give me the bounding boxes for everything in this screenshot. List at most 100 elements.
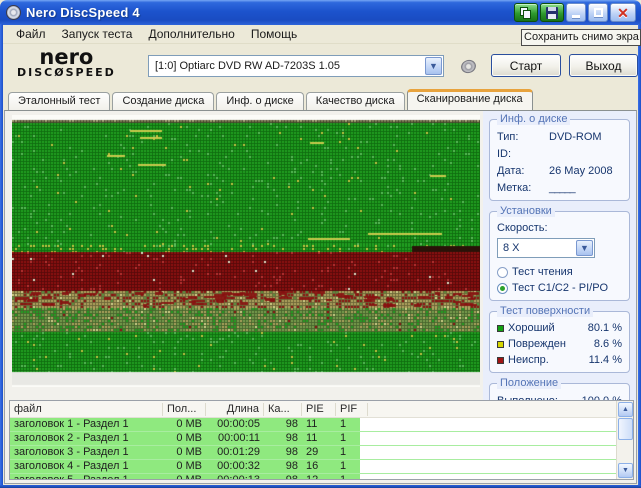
column-header-5[interactable]: PIF: [336, 403, 368, 416]
screenshot-icon: [520, 7, 532, 19]
maximize-button[interactable]: [588, 3, 608, 22]
drive-select[interactable]: [1:0] Optiarc DVD RW AD-7203S 1.05 ▼: [148, 55, 444, 77]
table-cell: 98: [264, 432, 302, 445]
table-cell: 00:00:13: [206, 474, 264, 480]
table-cell: 1: [336, 418, 368, 431]
disc-info-row: ID:: [497, 145, 622, 162]
close-button[interactable]: ✕: [610, 3, 636, 22]
table-row[interactable]: заголовок 3 - Раздел 10 MB00:01:2998291: [10, 446, 633, 460]
scroll-down-button[interactable]: ▼: [618, 463, 633, 478]
radio-circle-icon[interactable]: [497, 283, 508, 294]
app-window: Nero DiscSpeed 4 ✕ ФайлЗапуск тестаДопол…: [0, 0, 641, 488]
surface-test-group: Тест поверхности Хороший80.1 %Поврежден8…: [489, 311, 630, 373]
surface-color-swatch: [497, 341, 504, 348]
menu-item-1[interactable]: Запуск теста: [55, 25, 140, 43]
file-table: файлПол...ДлинаКа...PIEPIF заголовок 1 -…: [9, 400, 634, 480]
disc-info-label: Метка:: [497, 182, 549, 194]
right-panel: Инф. о диске Тип:DVD-ROMID: Дата:26 May 2…: [483, 111, 636, 401]
table-row[interactable]: заголовок 5 - Раздел 10 MB00:00:1398121: [10, 474, 633, 480]
chevron-down-icon: ▼: [580, 243, 589, 253]
disc-info-value: DVD-ROM: [549, 131, 622, 143]
table-cell: 1: [336, 432, 368, 445]
table-cell: 1: [336, 460, 368, 473]
radio-label: Тест C1/C2 - PI/PO: [512, 282, 608, 294]
radio-selected-1[interactable]: Тест C1/C2 - PI/PO: [497, 280, 622, 296]
table-cell: 0 MB: [163, 446, 206, 459]
scroll-up-button[interactable]: ▲: [618, 402, 633, 417]
table-cell: 00:00:32: [206, 460, 264, 473]
disc-info-row: Метка:_____: [497, 179, 622, 196]
disc-info-value: _____: [549, 182, 622, 194]
disc-info-title: Инф. о диске: [497, 113, 570, 125]
tab-strip: Эталонный тестСоздание дискаИнф. о диске…: [4, 89, 637, 110]
eject-disc-button[interactable]: [454, 54, 482, 78]
table-cell: 00:01:29: [206, 446, 264, 459]
floppy-icon: [546, 7, 558, 19]
menu-item-3[interactable]: Помощь: [244, 25, 304, 43]
table-scrollbar[interactable]: ▲ ▼: [616, 401, 633, 479]
toolbar: nero DISCØSPEED [1:0] Optiarc DVD RW AD-…: [3, 44, 638, 90]
table-row[interactable]: заголовок 2 - Раздел 10 MB00:00:1198111: [10, 432, 633, 446]
table-cell: 98: [264, 418, 302, 431]
arrow-down-icon: ▼: [622, 467, 629, 474]
table-row[interactable]: заголовок 4 - Раздел 10 MB00:00:3298161: [10, 460, 633, 474]
close-icon: ✕: [617, 6, 629, 20]
table-cell: 98: [264, 474, 302, 480]
table-cell: 16: [302, 460, 336, 473]
radio-option-0[interactable]: Тест чтения: [497, 264, 622, 280]
screenshot-button[interactable]: [514, 3, 538, 22]
column-header-3[interactable]: Ка...: [264, 403, 302, 416]
column-header-1[interactable]: Пол...: [163, 403, 206, 416]
table-cell: 0 MB: [163, 460, 206, 473]
settings-group: Установки Скорость: 8 X ▼ Тест чтенияТес…: [489, 211, 630, 301]
disc-info-label: Дата:: [497, 165, 549, 177]
surface-item-label: Поврежден: [508, 338, 594, 350]
column-header-4[interactable]: PIE: [302, 403, 336, 416]
disc-info-group: Инф. о диске Тип:DVD-ROMID:Дата:26 May 2…: [489, 119, 630, 201]
table-cell: заголовок 3 - Раздел 1: [10, 446, 163, 459]
exit-button[interactable]: Выход: [569, 54, 638, 77]
disc-info-label: ID:: [497, 148, 549, 160]
table-cell: 00:00:05: [206, 418, 264, 431]
menu-item-0[interactable]: Файл: [9, 25, 53, 43]
surface-color-swatch: [497, 325, 504, 332]
window-border-left: [0, 24, 3, 488]
disc-info-label: Тип:: [497, 131, 549, 143]
surface-item: Неиспр.11.4 %: [497, 352, 622, 368]
drive-select-dropdown-button[interactable]: ▼: [425, 57, 442, 75]
tab-4[interactable]: Сканирование диска: [407, 89, 533, 110]
table-cell: заголовок 4 - Раздел 1: [10, 460, 163, 473]
minimize-icon: [572, 15, 580, 18]
table-cell: 0 MB: [163, 474, 206, 480]
scroll-thumb[interactable]: [618, 418, 633, 440]
settings-title: Установки: [497, 205, 555, 217]
column-header-2[interactable]: Длина: [206, 403, 264, 416]
tab-1[interactable]: Создание диска: [112, 92, 214, 110]
table-cell: 11: [302, 432, 336, 445]
window-title: Nero DiscSpeed 4: [26, 5, 140, 20]
column-header-0[interactable]: файл: [10, 403, 163, 416]
speed-select-dropdown-button[interactable]: ▼: [576, 240, 593, 256]
disc-info-value: 26 May 2008: [549, 165, 622, 177]
nero-discspeed-logo: nero DISCØSPEED: [17, 48, 116, 79]
surface-test-title: Тест поверхности: [497, 305, 593, 317]
radio-circle-icon[interactable]: [497, 267, 508, 278]
position-title: Положение: [497, 377, 561, 389]
table-row[interactable]: заголовок 1 - Раздел 10 MB00:00:0598111: [10, 418, 633, 432]
tab-0[interactable]: Эталонный тест: [8, 92, 110, 110]
app-disc-icon: [6, 5, 21, 20]
table-cell: 98: [264, 446, 302, 459]
save-button[interactable]: [540, 3, 564, 22]
tab-3[interactable]: Качество диска: [306, 92, 405, 110]
start-button[interactable]: Старт: [491, 54, 561, 77]
menu-item-2[interactable]: Дополнительно: [141, 25, 241, 43]
table-cell: 12: [302, 474, 336, 480]
surface-item-value: 8.6 %: [594, 338, 622, 350]
table-cell: 1: [336, 474, 368, 480]
minimize-button[interactable]: [566, 3, 586, 22]
speed-select[interactable]: 8 X ▼: [497, 238, 595, 258]
tab-2[interactable]: Инф. о диске: [216, 92, 303, 110]
radio-label: Тест чтения: [512, 266, 573, 278]
surface-item: Хороший80.1 %: [497, 320, 622, 336]
tooltip: Сохранить снимо экра: [521, 29, 641, 46]
